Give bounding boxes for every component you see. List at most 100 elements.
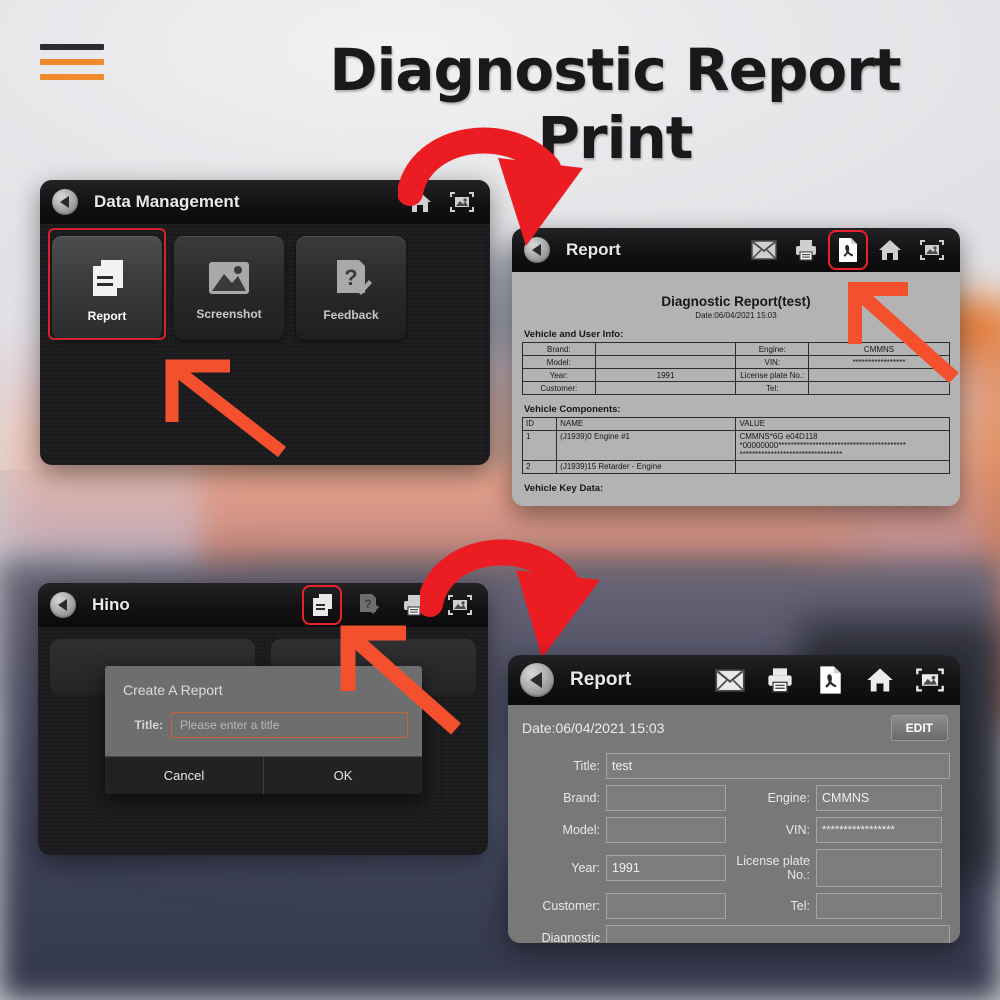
hino-title: Hino — [92, 595, 130, 614]
report-date-label: Date:06/04/2021 15:03 — [522, 720, 665, 736]
page-header: Diagnostic Report Print — [0, 0, 1000, 172]
tile-report-label: Report — [87, 308, 127, 323]
print-icon[interactable] — [792, 236, 820, 264]
title-label: Title: — [573, 759, 600, 773]
pointer-arrow-to-report-tile — [165, 359, 286, 458]
image-icon — [209, 261, 249, 294]
model-label: Model: — [562, 823, 600, 837]
field-row-customer-tel: Customer: Tel: — [518, 893, 950, 919]
table-row: Year: 1991 License plate No.: — [522, 368, 950, 382]
doc-date: Date:06/04/2021 15:03 — [695, 311, 777, 320]
table-row: 1 (J1939)0 Engine #1 CMMNS*6G e04D118 *0… — [521, 430, 950, 461]
brand-field[interactable] — [606, 785, 726, 811]
home-icon[interactable] — [864, 664, 896, 696]
dialog-title-input[interactable]: Please enter a title — [171, 712, 408, 738]
doc-title: Diagnostic Report(test) — [661, 294, 811, 309]
ok-button[interactable]: OK — [263, 757, 422, 794]
report-document-icon[interactable] — [302, 585, 342, 625]
title-field[interactable]: test — [606, 753, 950, 779]
feedback-question-icon[interactable]: ? — [354, 591, 382, 619]
panel-report-preview: Report Diagnostic Report(test) Date:06/0… — [512, 228, 960, 506]
back-arrow-icon[interactable] — [520, 663, 554, 697]
pdf-icon[interactable] — [814, 664, 846, 696]
report-form-body: Date:06/04/2021 15:03 EDIT Title: test B… — [508, 705, 960, 943]
field-row-diagnostic: Diagnostic — [518, 925, 950, 943]
tel-field[interactable] — [816, 893, 942, 919]
mail-icon[interactable] — [750, 236, 778, 264]
vin-field[interactable]: ***************** — [816, 817, 942, 843]
report-form-title: Report — [570, 669, 632, 690]
field-row-model-vin: Model: VIN: ***************** — [518, 817, 950, 843]
tel-label: Tel: — [790, 899, 810, 913]
tile-feedback-label: Feedback — [323, 307, 379, 322]
dialog-title: Create A Report — [123, 682, 223, 698]
table-row: Model: VIN: ***************** — [522, 355, 950, 369]
report-fields-grid: Title: test Brand: Engine: CMMNS Model: … — [508, 749, 960, 943]
report-document-icon — [93, 259, 123, 296]
tile-feedback[interactable]: ? Feedback — [296, 236, 406, 340]
vehicle-user-table: Brand: Engine: CMMNS Model: VIN: *******… — [522, 342, 950, 395]
panel-report-form: Report Date:06/04/2021 15:03 EDIT Title:… — [508, 655, 960, 943]
back-arrow-icon[interactable] — [524, 237, 550, 263]
report-preview-title: Report — [566, 240, 621, 259]
home-icon[interactable] — [406, 188, 434, 216]
print-icon[interactable] — [764, 664, 796, 696]
year-field[interactable]: 1991 — [606, 855, 726, 881]
tile-report[interactable]: Report — [52, 236, 162, 340]
report-document: Diagnostic Report(test) Date:06/04/2021 … — [512, 272, 960, 506]
tile-screenshot-label: Screenshot — [196, 306, 262, 321]
screenshot-icon[interactable] — [914, 664, 946, 696]
component-value-line: CMMNS*6G e04D118 — [739, 432, 818, 441]
license-plate-label: License plate No.: — [736, 853, 810, 882]
table-header-row: ID NAME VALUE — [521, 417, 950, 431]
screenshot-icon[interactable] — [918, 236, 946, 264]
customer-field[interactable] — [606, 893, 726, 919]
edit-button[interactable]: EDIT — [890, 715, 948, 741]
report-form-titlebar: Report — [508, 655, 960, 705]
feedback-question-icon: ? — [337, 259, 372, 295]
section-vehicle-components: Vehicle Components: — [524, 404, 621, 415]
cancel-button[interactable]: Cancel — [105, 757, 263, 794]
field-row-brand-engine: Brand: Engine: CMMNS — [518, 785, 950, 811]
field-row-year-plate: Year: 1991 License plate No.: — [518, 849, 950, 887]
back-arrow-icon[interactable] — [50, 592, 76, 618]
diagnostic-field[interactable] — [606, 925, 950, 943]
year-label: Year: — [571, 861, 600, 875]
dialog-title-placeholder: Please enter a title — [180, 718, 280, 732]
vehicle-components-table: ID NAME VALUE 1 (J1939)0 Engine #1 CMMNS… — [521, 417, 950, 474]
mail-icon[interactable] — [714, 664, 746, 696]
home-icon[interactable] — [876, 236, 904, 264]
panel-hino: Hino ? Create A Report Title: Please ent… — [38, 583, 488, 855]
screenshot-icon[interactable] — [446, 591, 474, 619]
data-management-tiles: Report Screenshot ? Feedback — [40, 224, 490, 352]
back-arrow-icon[interactable] — [52, 189, 78, 215]
pdf-icon[interactable] — [828, 230, 868, 270]
brand-label: Brand: — [563, 791, 600, 805]
report-preview-titlebar: Report — [512, 228, 960, 272]
diagnostic-label: Diagnostic — [541, 931, 600, 943]
svg-text:?: ? — [364, 597, 371, 611]
hamburger-icon[interactable] — [40, 44, 104, 80]
table-row: 2 (J1939)15 Retarder - Engine — [521, 460, 950, 474]
section-vehicle-user-info: Vehicle and User Info: — [524, 329, 624, 340]
screenshot-icon[interactable] — [448, 188, 476, 216]
print-icon[interactable] — [400, 591, 428, 619]
table-row: Customer: Tel: — [522, 381, 950, 395]
create-report-dialog: Create A Report Title: Please enter a ti… — [105, 666, 422, 794]
dialog-title-field-label: Title: — [134, 718, 163, 732]
table-row: Brand: Engine: CMMNS — [522, 342, 950, 356]
field-row-title: Title: test — [518, 753, 950, 779]
component-value-line: *00000000*******************************… — [739, 441, 906, 450]
panel-data-management: Data Management Report Screenshot ? Feed… — [40, 180, 490, 465]
section-vehicle-key-data: Vehicle Key Data: — [524, 483, 604, 494]
component-value-line: ********************************* — [739, 450, 843, 459]
svg-text:?: ? — [344, 265, 357, 290]
tile-screenshot[interactable]: Screenshot — [174, 236, 284, 340]
customer-label: Customer: — [542, 899, 600, 913]
license-plate-field[interactable] — [816, 849, 942, 887]
model-field[interactable] — [606, 817, 726, 843]
engine-field[interactable]: CMMNS — [816, 785, 942, 811]
page-title: Diagnostic Report Print — [329, 36, 901, 172]
engine-label: Engine: — [767, 791, 810, 805]
hino-titlebar: Hino ? — [38, 583, 488, 627]
